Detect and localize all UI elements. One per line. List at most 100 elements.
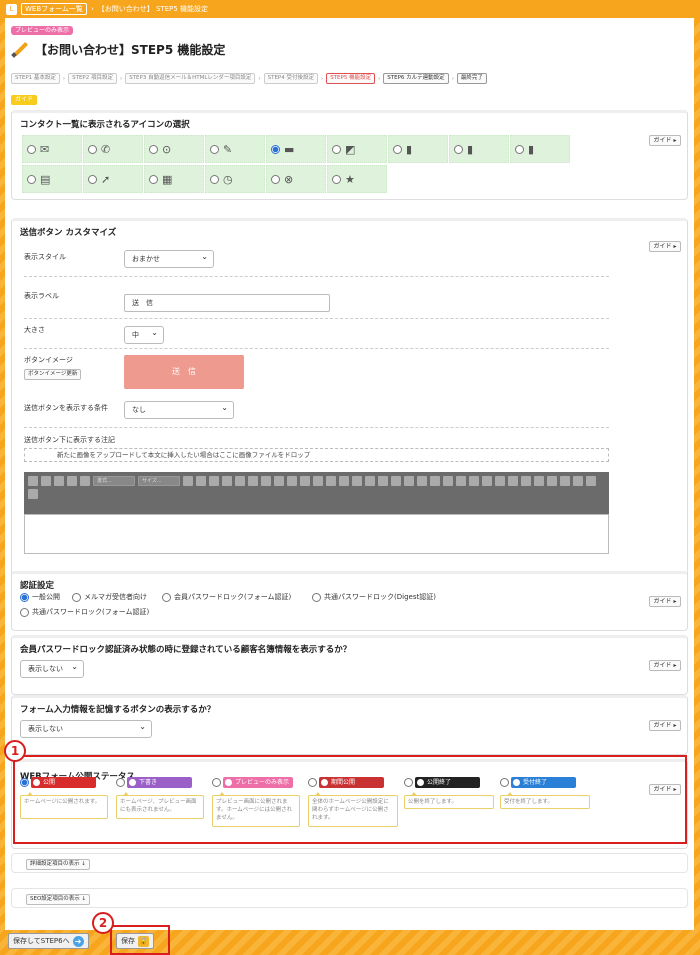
- save-and-next-button[interactable]: 保存してSTEP6へ ➔: [8, 933, 89, 949]
- toolbar-button[interactable]: [391, 476, 401, 486]
- radio[interactable]: [20, 607, 29, 617]
- format-select[interactable]: 書式...: [93, 476, 135, 486]
- radio-selected[interactable]: [20, 592, 29, 602]
- condition-select[interactable]: なし: [124, 400, 234, 419]
- step-5[interactable]: STEP5 機能設定: [326, 73, 376, 84]
- radio[interactable]: [27, 144, 36, 154]
- toolbar-button[interactable]: [482, 476, 492, 486]
- icon-option[interactable]: ✉: [22, 135, 82, 163]
- step-6[interactable]: STEP6 カルテ連動設定: [383, 73, 449, 84]
- icon-option[interactable]: ✆: [83, 135, 143, 163]
- icon-option[interactable]: ⊗: [266, 165, 326, 193]
- auth-option-member-lock[interactable]: 会員パスワードロック(フォーム認証): [162, 592, 291, 602]
- help-icon[interactable]: [28, 489, 38, 499]
- radio[interactable]: [454, 144, 463, 154]
- radio[interactable]: [72, 592, 81, 602]
- step-3[interactable]: STEP3 自動返信メール＆HTMLレンダー項目設定: [125, 73, 256, 84]
- toolbar-button[interactable]: [287, 476, 297, 486]
- toolbar-button[interactable]: [560, 476, 570, 486]
- icon-option[interactable]: ▤: [22, 165, 82, 193]
- toolbar-button[interactable]: [209, 476, 219, 486]
- breadcrumb-form-list[interactable]: WEBフォーム一覧: [21, 3, 87, 15]
- step-2[interactable]: STEP2 項目設定: [68, 73, 117, 84]
- icon-option[interactable]: ▬: [266, 135, 326, 163]
- bold-icon[interactable]: [41, 476, 51, 486]
- radio[interactable]: [88, 174, 97, 184]
- icon-option[interactable]: ⊙: [144, 135, 204, 163]
- toolbar-button[interactable]: [183, 476, 193, 486]
- image-drop-zone[interactable]: 新たに画像をアップロードして本文に挿入したい場合はここに画像ファイルをドロップ: [24, 448, 609, 462]
- icon-option[interactable]: ✎: [205, 135, 265, 163]
- icon-option[interactable]: ▦: [144, 165, 204, 193]
- home-icon[interactable]: L: [6, 3, 17, 15]
- guide-button[interactable]: ガイド ▸: [649, 660, 681, 671]
- auth-option-public[interactable]: 一般公開: [20, 592, 60, 602]
- toolbar-button[interactable]: [586, 476, 596, 486]
- guide-button[interactable]: ガイド ▸: [649, 596, 681, 607]
- guide-button[interactable]: ガイド ▸: [649, 241, 681, 252]
- toolbar-button[interactable]: [300, 476, 310, 486]
- radio[interactable]: [88, 144, 97, 154]
- member-info-select[interactable]: 表示しない: [20, 659, 84, 678]
- toolbar-button[interactable]: [495, 476, 505, 486]
- radio[interactable]: [210, 144, 219, 154]
- step-1[interactable]: STEP1 基本設定: [11, 73, 60, 84]
- toolbar-button[interactable]: [274, 476, 284, 486]
- toolbar-button[interactable]: [313, 476, 323, 486]
- icon-option[interactable]: ◷: [205, 165, 265, 193]
- toolbar-button[interactable]: [443, 476, 453, 486]
- radio[interactable]: [332, 174, 341, 184]
- remember-select[interactable]: 表示しない: [20, 719, 152, 738]
- size-select[interactable]: 中: [124, 325, 164, 344]
- toolbar-button[interactable]: [352, 476, 362, 486]
- radio[interactable]: [210, 174, 219, 184]
- radio[interactable]: [271, 174, 280, 184]
- icon-option[interactable]: ➚: [83, 165, 143, 193]
- toolbar-button[interactable]: [365, 476, 375, 486]
- icon-option[interactable]: ▮: [388, 135, 448, 163]
- toolbar-button[interactable]: [261, 476, 271, 486]
- radio-selected[interactable]: [271, 144, 280, 154]
- toolbar-button[interactable]: [326, 476, 336, 486]
- toolbar-button[interactable]: [28, 476, 38, 486]
- radio[interactable]: [332, 144, 341, 154]
- display-label-input[interactable]: 送 信: [124, 294, 330, 312]
- undo-icon[interactable]: [534, 476, 544, 486]
- size-select-editor[interactable]: サイズ...: [138, 476, 180, 486]
- toolbar-button[interactable]: [430, 476, 440, 486]
- toolbar-button[interactable]: [67, 476, 77, 486]
- toolbar-button[interactable]: [80, 476, 90, 486]
- toolbar-button[interactable]: [456, 476, 466, 486]
- save-button[interactable]: 保存 🔒: [116, 933, 154, 949]
- toolbar-button[interactable]: [339, 476, 349, 486]
- step-final[interactable]: 最終完了: [456, 73, 487, 84]
- style-select[interactable]: おまかせ: [124, 249, 214, 268]
- toolbar-button[interactable]: [54, 476, 64, 486]
- guide-badge[interactable]: ガイド: [11, 95, 38, 105]
- icon-option[interactable]: ▮: [510, 135, 570, 163]
- radio[interactable]: [149, 174, 158, 184]
- seo-toggle-button[interactable]: SEO設定項目の表示 ↓: [26, 894, 91, 905]
- toolbar-button[interactable]: [404, 476, 414, 486]
- auth-option-digest[interactable]: 共通パスワードロック(Digest認証): [312, 592, 436, 602]
- auth-option-mailmag[interactable]: メルマガ受信者向け: [72, 592, 147, 602]
- radio[interactable]: [393, 144, 402, 154]
- toolbar-button[interactable]: [248, 476, 258, 486]
- icon-option[interactable]: ★: [327, 165, 387, 193]
- toolbar-button[interactable]: [378, 476, 388, 486]
- guide-button[interactable]: ガイド ▸: [649, 135, 681, 146]
- toolbar-button[interactable]: [417, 476, 427, 486]
- radio[interactable]: [162, 592, 171, 602]
- toolbar-button[interactable]: [521, 476, 531, 486]
- button-image-update-button[interactable]: ボタンイメージ更新: [24, 369, 82, 380]
- note-editor[interactable]: [24, 514, 609, 554]
- toolbar-button[interactable]: [508, 476, 518, 486]
- toolbar-button[interactable]: [222, 476, 232, 486]
- toolbar-button[interactable]: [196, 476, 206, 486]
- radio[interactable]: [27, 174, 36, 184]
- toolbar-button[interactable]: [573, 476, 583, 486]
- radio[interactable]: [149, 144, 158, 154]
- auth-option-form-lock[interactable]: 共通パスワードロック(フォーム認証): [20, 607, 149, 617]
- detail-toggle-button[interactable]: 詳細設定項目の表示 ↓: [26, 859, 90, 870]
- icon-option[interactable]: ▮: [449, 135, 509, 163]
